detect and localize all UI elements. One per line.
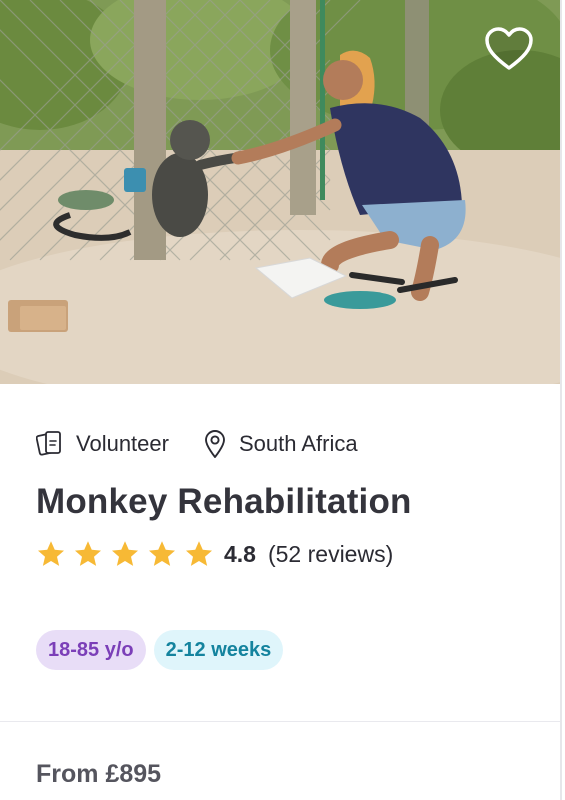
duration-tag: 2-12 weeks [153,630,284,670]
location-label: South Africa [238,431,358,456]
rating-row: 4.8 (52 reviews) [36,536,524,572]
heart-outline-icon [485,27,533,70]
location-meta: South Africa [203,429,358,459]
rating-value: 4.8 [224,540,256,567]
program-title[interactable]: Monkey Rehabilitation [36,480,524,524]
category-meta: Volunteer [36,429,169,459]
category-label: Volunteer [76,431,169,456]
tag-list: 18-85 y/o 2-12 weeks [36,630,524,670]
reviews-link[interactable]: (52 reviews) [268,541,393,568]
volunteer-card-icon [36,431,61,456]
star-icon [75,541,101,566]
program-photo[interactable] [0,0,560,384]
star-icon [186,541,212,566]
photo-scene [0,0,560,384]
meta-row: Volunteer South Africa [36,428,524,460]
favorite-button[interactable] [484,26,536,74]
price-label: From £895 [36,760,162,788]
age-range-tag: 18-85 y/o [36,630,146,670]
star-rating [36,539,221,569]
divider [0,721,560,722]
star-icon [112,541,138,566]
star-icon [149,541,175,566]
card-body: Volunteer South Africa Monkey Rehabilita… [0,428,560,670]
star-icon [38,541,64,566]
program-card[interactable]: Volunteer South Africa Monkey Rehabilita… [0,0,562,800]
location-pin-icon [205,430,225,458]
